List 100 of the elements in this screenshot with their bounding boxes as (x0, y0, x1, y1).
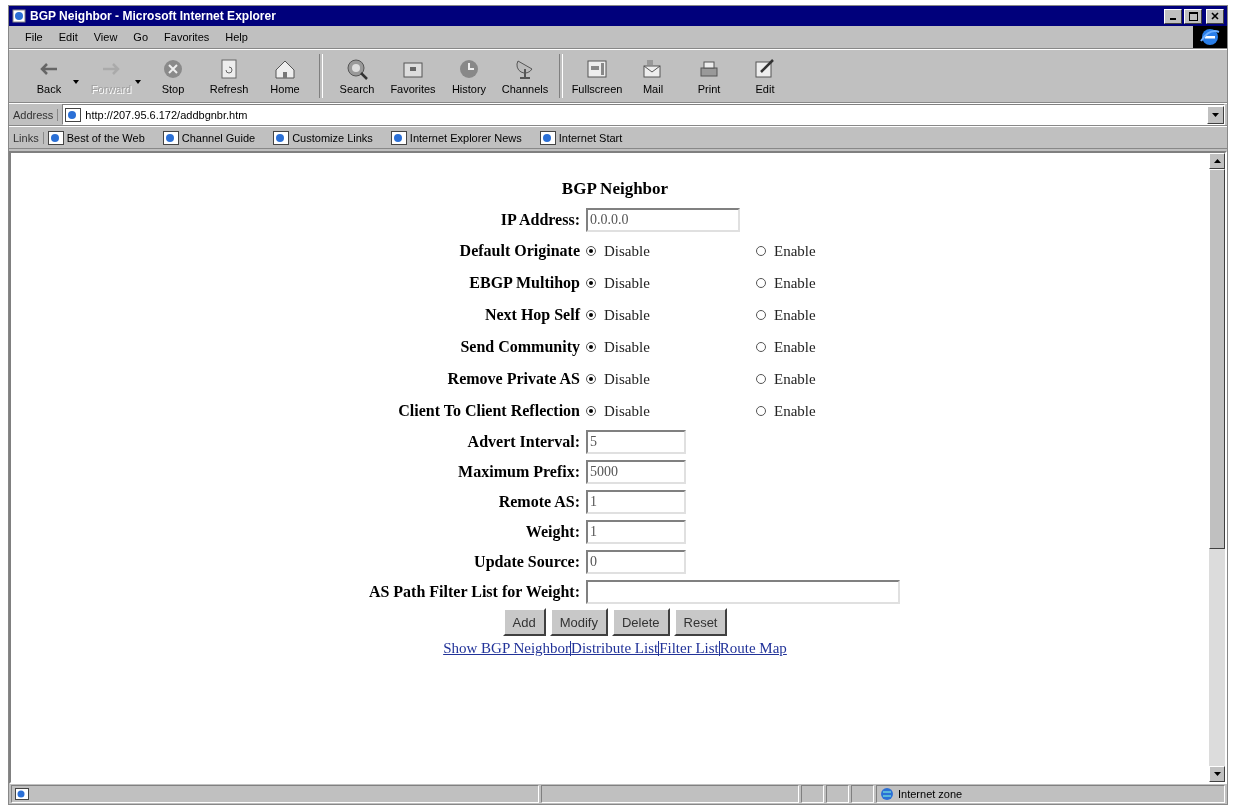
dropdown-button[interactable] (1207, 105, 1224, 124)
favorite-link[interactable]: Internet Start (558, 131, 623, 144)
toolbar-button[interactable]: Search (329, 55, 385, 97)
menu-item[interactable]: View (87, 29, 124, 45)
window-icon (585, 57, 609, 80)
field-label: Next Hop Self (483, 306, 580, 324)
favorite-link[interactable]: Channel Guide (181, 131, 256, 144)
field-label: Remove Private AS (446, 370, 580, 388)
pencil-icon (753, 57, 777, 80)
address-field[interactable]: http://207.95.6.172/addbgnbr.htm (62, 104, 1225, 125)
caret-icon (1213, 772, 1221, 776)
text-input[interactable]: 1 (586, 490, 686, 514)
dropdown-caret-icon[interactable] (135, 80, 141, 84)
radio-button[interactable] (586, 278, 596, 288)
scroll-up-button[interactable] (1209, 153, 1225, 169)
links-label: Links (13, 131, 44, 144)
menu-item[interactable]: Favorites (158, 29, 216, 45)
field-label: Weight: (524, 523, 580, 541)
toolbar-button[interactable]: Favorites (385, 55, 441, 97)
favorite-link[interactable]: Best of the Web (66, 131, 145, 144)
toolbar-button[interactable]: Home (257, 55, 313, 97)
radio-button[interactable] (586, 374, 596, 384)
page-link[interactable]: Filter List (659, 640, 719, 657)
page-icon (539, 130, 556, 145)
window-title: BGP Neighbor - Microsoft Internet Explorer (30, 9, 277, 23)
radio-button[interactable] (756, 278, 766, 288)
text-input[interactable]: 1 (586, 520, 686, 544)
radio-label: Enable (774, 402, 816, 420)
menu-item[interactable]: Help (219, 29, 254, 45)
text-input[interactable]: 5 (586, 430, 686, 454)
globe-icon (880, 787, 894, 801)
toolbar-button[interactable]: Print (681, 55, 737, 97)
close-button[interactable] (1206, 8, 1224, 24)
page-icon (15, 788, 29, 800)
radio-button[interactable] (586, 342, 596, 352)
favorite-link[interactable]: Customize Links (292, 131, 373, 144)
text-input[interactable]: 5000 (586, 460, 686, 484)
page-link[interactable]: Route Map (719, 640, 787, 657)
toolbar-button[interactable]: Channels (497, 55, 553, 97)
radio-button[interactable] (756, 406, 766, 416)
toolbar-button[interactable]: History (441, 55, 497, 97)
page-link[interactable]: Distribute List (571, 640, 659, 657)
menu-item[interactable]: File (19, 29, 49, 45)
field-label: Send Community (459, 338, 580, 356)
radio-label: Disable (604, 402, 650, 420)
field-label: Update Source: (473, 553, 580, 571)
text-input[interactable]: 0 (586, 550, 686, 574)
toolbar-button[interactable]: Mail (625, 55, 681, 97)
scrollbar-thumb[interactable] (1209, 169, 1225, 549)
ie-page-icon (12, 9, 26, 23)
clock-icon (457, 57, 481, 80)
radio-button[interactable] (586, 406, 596, 416)
close-icon (1211, 12, 1219, 20)
page-heading: BGP Neighbor (561, 179, 669, 199)
radio-label: Enable (774, 370, 816, 388)
zone-text: Internet zone (898, 788, 963, 800)
radio-button[interactable] (586, 310, 596, 320)
toolbar-button[interactable]: Fullscreen (569, 55, 625, 97)
radio-label: Disable (604, 274, 650, 292)
search-icon (345, 57, 369, 80)
form-button[interactable]: Reset (673, 608, 728, 636)
radio-label: Enable (774, 274, 816, 292)
scroll-down-button[interactable] (1209, 766, 1225, 782)
radio-button[interactable] (756, 310, 766, 320)
page-icon (65, 107, 82, 122)
maximize-icon (1188, 11, 1198, 21)
caret-icon (1212, 112, 1219, 117)
page-link[interactable]: Show BGP Neighbor (443, 640, 571, 657)
page-icon (390, 130, 407, 145)
text-input[interactable]: 0.0.0.0 (586, 208, 740, 232)
menu-item[interactable]: Edit (52, 29, 84, 45)
dropdown-caret-icon[interactable] (73, 80, 79, 84)
field-label: EBGP Multihop (468, 274, 580, 292)
toolbar-button[interactable]: Back (21, 55, 77, 97)
stop-icon (161, 57, 185, 80)
favorite-link[interactable]: Internet Explorer News (409, 131, 522, 144)
field-label: Advert Interval: (466, 433, 580, 451)
minimize-button[interactable] (1164, 8, 1182, 24)
page-icon (47, 130, 64, 145)
form-button[interactable]: Delete (611, 608, 670, 636)
field-label: IP Address: (499, 211, 580, 229)
caret-icon (1213, 159, 1221, 163)
menu-item[interactable]: Go (127, 29, 155, 45)
radio-label: Enable (774, 338, 816, 356)
radio-button[interactable] (586, 246, 596, 256)
maximize-button[interactable] (1184, 8, 1202, 24)
form-button[interactable]: Modify (549, 608, 608, 636)
field-label: Default Originate (458, 242, 580, 260)
page-icon (162, 130, 179, 145)
radio-label: Disable (604, 370, 650, 388)
text-input[interactable] (586, 580, 900, 604)
toolbar-button[interactable]: Refresh (201, 55, 257, 97)
form-button[interactable]: Add (502, 608, 546, 636)
toolbar-button[interactable]: Edit (737, 55, 793, 97)
toolbar-button[interactable]: Stop (145, 55, 201, 97)
field-label: Remote AS: (497, 493, 580, 511)
field-label: AS Path Filter List for Weight: (367, 583, 580, 601)
radio-button[interactable] (756, 374, 766, 384)
radio-button[interactable] (756, 246, 766, 256)
radio-button[interactable] (756, 342, 766, 352)
